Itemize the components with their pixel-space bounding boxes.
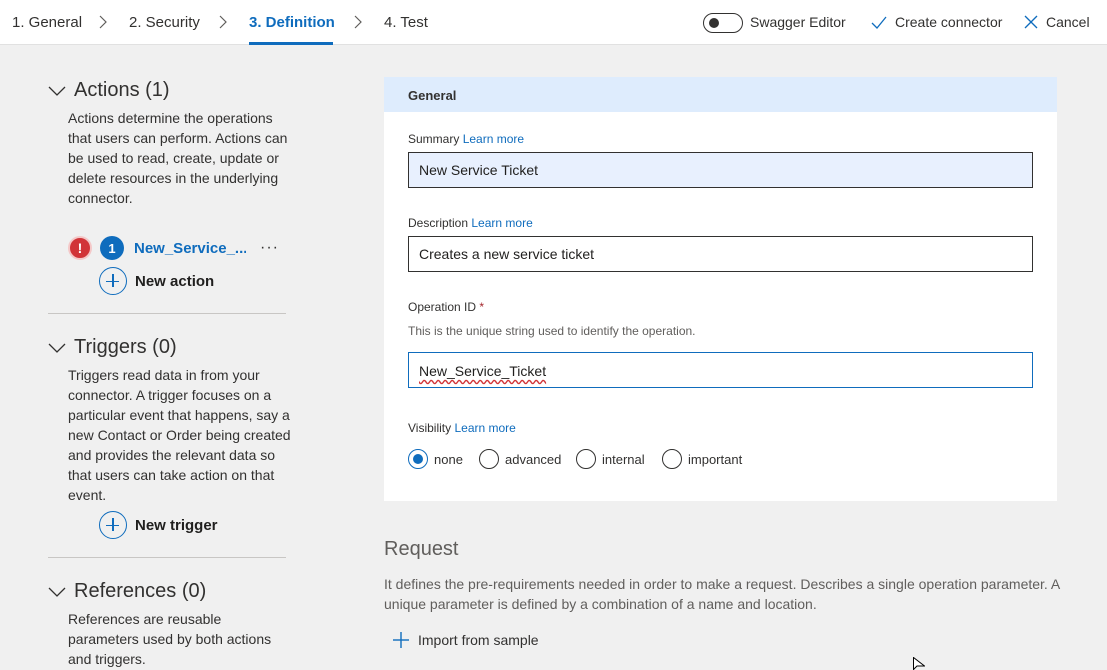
visibility-radio-important[interactable]: important — [662, 449, 742, 469]
visibility-learn-more-link[interactable]: Learn more — [454, 421, 515, 435]
required-asterisk: * — [479, 300, 485, 314]
triggers-title: Triggers (0) — [74, 336, 177, 358]
operation-id-value: New_Service_Ticket — [419, 363, 547, 379]
summary-input[interactable] — [408, 152, 1033, 188]
chevron-right-icon — [354, 15, 362, 29]
radio-label: advanced — [505, 451, 562, 467]
import-from-sample-button[interactable]: Import from sample — [392, 631, 539, 649]
references-section-header[interactable]: References (0) — [48, 580, 206, 603]
radio-dot[interactable] — [408, 449, 428, 469]
request-description: It defines the pre-requirements needed i… — [384, 576, 1060, 612]
actions-title: Actions (1) — [74, 79, 170, 101]
toggle-knob — [709, 18, 719, 28]
action-item[interactable]: ! 1 New_Service_... ··· — [68, 236, 279, 260]
operation-id-label: Operation ID * — [408, 300, 484, 314]
add-circle-icon — [99, 511, 127, 539]
import-from-sample-label: Import from sample — [418, 632, 539, 648]
add-circle-icon — [99, 267, 127, 295]
description-label: Description Learn more — [408, 216, 533, 230]
radio-dot[interactable] — [662, 449, 682, 469]
visibility-radio-internal[interactable]: internal — [576, 449, 645, 469]
visibility-label-text: Visibility — [408, 421, 452, 435]
visibility-radio-advanced[interactable]: advanced — [479, 449, 561, 469]
wizard-bar: 1. General 2. Security 3. Definition 4. … — [0, 0, 1107, 45]
visibility-radio-none[interactable]: none — [408, 449, 463, 469]
close-icon[interactable] — [1023, 14, 1039, 30]
new-action-label: New action — [135, 272, 215, 290]
description-label-text: Description — [408, 216, 469, 230]
new-trigger-label: New trigger — [135, 516, 218, 534]
mouse-cursor-icon — [913, 657, 925, 670]
actions-description: Actions determine the operations that us… — [68, 110, 288, 206]
triggers-description: Triggers read data in from your connecto… — [68, 367, 291, 503]
general-card-title: General — [408, 88, 457, 103]
summary-label-text: Summary — [408, 132, 460, 146]
step-security[interactable]: 2. Security — [129, 14, 200, 31]
references-description: References are reusable parameters used … — [68, 611, 272, 667]
radio-dot[interactable] — [479, 449, 499, 469]
chevron-down-icon[interactable] — [48, 85, 66, 97]
plus-icon — [393, 632, 409, 648]
section-divider — [48, 557, 286, 558]
active-step-indicator — [249, 42, 333, 45]
description-input[interactable] — [408, 236, 1033, 272]
description-learn-more-link[interactable]: Learn more — [471, 216, 532, 230]
section-divider — [48, 313, 286, 314]
actions-section-header[interactable]: Actions (1) — [48, 79, 170, 102]
general-card-header: General — [384, 77, 1057, 112]
radio-label: none — [434, 451, 463, 467]
summary-learn-more-link[interactable]: Learn more — [463, 132, 524, 146]
step-test[interactable]: 4. Test — [384, 14, 428, 31]
radio-label: important — [688, 451, 743, 467]
triggers-section-header[interactable]: Triggers (0) — [48, 336, 177, 359]
summary-label: Summary Learn more — [408, 132, 524, 146]
request-title: Request — [384, 538, 459, 560]
swagger-editor-toggle[interactable] — [703, 13, 743, 33]
references-title: References (0) — [74, 580, 207, 602]
cancel-button[interactable]: Cancel — [1046, 14, 1090, 30]
chevron-down-icon[interactable] — [48, 342, 66, 354]
operation-id-label-text: Operation ID — [408, 300, 477, 314]
action-index-badge: 1 — [100, 236, 124, 260]
action-name-link[interactable]: New_Service_... — [134, 240, 246, 257]
more-options-icon[interactable]: ··· — [260, 239, 279, 257]
chevron-right-icon — [219, 15, 227, 29]
create-connector-button[interactable]: Create connector — [895, 14, 1002, 30]
radio-label: internal — [602, 451, 645, 467]
step-definition[interactable]: 3. Definition — [249, 14, 335, 31]
new-action-button[interactable]: New action — [99, 267, 214, 295]
swagger-editor-label[interactable]: Swagger Editor — [750, 14, 846, 30]
error-icon: ! — [68, 236, 92, 260]
new-trigger-button[interactable]: New trigger — [99, 511, 218, 539]
general-card: General Summary Learn more Description L… — [384, 77, 1057, 501]
step-general[interactable]: 1. General — [12, 14, 82, 31]
operation-id-hint: This is the unique string used to identi… — [408, 324, 696, 338]
visibility-label: Visibility Learn more — [408, 421, 516, 435]
radio-dot[interactable] — [576, 449, 596, 469]
chevron-down-icon[interactable] — [48, 586, 66, 598]
chevron-right-icon — [99, 15, 107, 29]
checkmark-icon[interactable] — [871, 14, 887, 30]
